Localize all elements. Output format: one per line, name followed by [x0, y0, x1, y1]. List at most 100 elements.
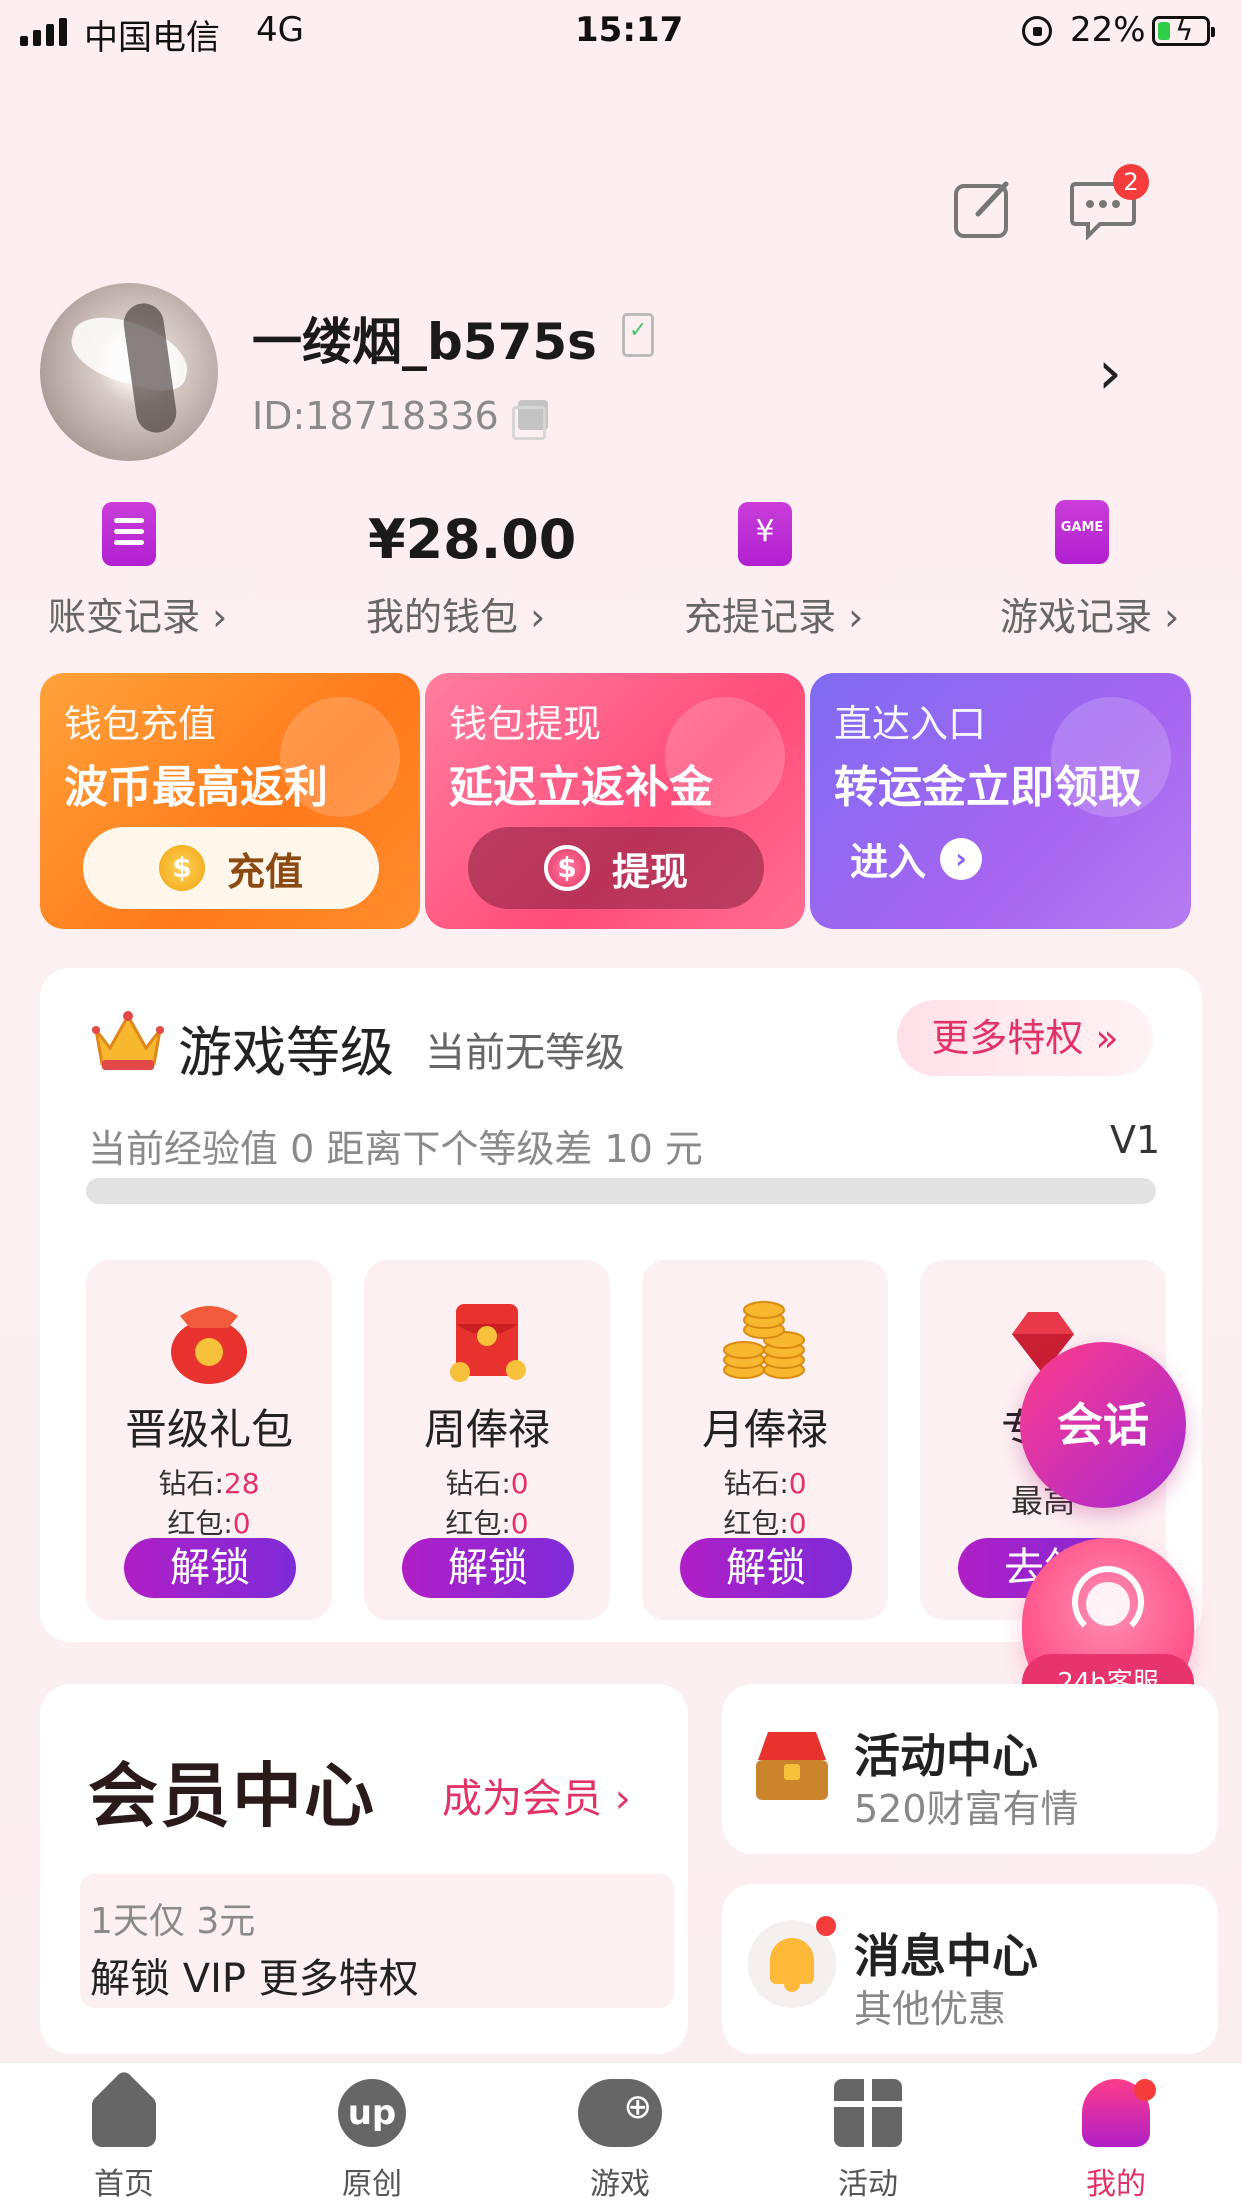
home-icon: [90, 2079, 158, 2147]
tab-label: 活动: [838, 2167, 898, 2202]
perk-name: 月俸禄: [701, 1405, 828, 1454]
game-records-link[interactable]: 游戏记录 ›: [1000, 586, 1179, 641]
gift-bag-icon: [171, 1306, 247, 1384]
gold-coins-icon: [723, 1301, 805, 1379]
diamond-value: 0: [510, 1467, 529, 1500]
tab-label: 游戏: [590, 2167, 650, 2202]
unlock-button[interactable]: 解锁: [402, 1538, 574, 1598]
gamepad-icon: [578, 2079, 662, 2147]
perk-card: 月俸禄 钻石:0 红包:0 解锁: [642, 1260, 888, 1620]
enter-button[interactable]: 进入 ›: [850, 831, 983, 886]
crown-icon: [92, 1011, 164, 1070]
tab-label: 首页: [94, 2167, 154, 2202]
tab-label: 原创: [342, 2167, 402, 2202]
tab-games[interactable]: 游戏: [550, 2079, 690, 2203]
perk-card: 晋级礼包 钻石:28 红包:0 解锁: [86, 1260, 332, 1620]
tab-activities[interactable]: 活动: [798, 2079, 938, 2203]
next-level-label: V1: [1110, 1118, 1161, 1162]
gift-icon: [834, 2079, 902, 2147]
promo-title: 延迟立返补金: [449, 762, 713, 813]
chevron-right-icon: ›: [940, 837, 983, 880]
experience-text: 当前经验值 0 距离下个等级差 10 元: [88, 1127, 703, 1171]
recharge-button-label: 充值: [226, 849, 303, 894]
unlock-button[interactable]: 解锁: [680, 1538, 852, 1598]
signal-icon: [20, 18, 67, 46]
redpacket-value: 0: [510, 1507, 529, 1540]
message-center-card[interactable]: 消息中心 其他优惠: [722, 1884, 1218, 2054]
tab-bar: 首页 up 原创 游戏 活动 我的: [0, 2062, 1242, 2208]
tab-label: 我的: [1086, 2167, 1146, 2202]
my-wallet-link[interactable]: 我的钱包 ›: [366, 586, 545, 641]
redpacket-value: 0: [232, 1507, 251, 1540]
redpacket-value: 0: [788, 1507, 807, 1540]
tab-home[interactable]: 首页: [54, 2079, 194, 2203]
withdraw-button[interactable]: $ 提现: [468, 827, 764, 909]
avatar[interactable]: [40, 283, 218, 461]
game-level-card: 游戏等级 当前无等级 更多特权 » 当前经验值 0 距离下个等级差 10 元 V…: [40, 968, 1202, 1642]
clock: 15:17: [575, 10, 684, 50]
copy-icon[interactable]: [512, 400, 548, 440]
promo-title: 波币最高返利: [64, 762, 328, 813]
vip-title: 会员中心: [88, 1755, 376, 1837]
message-badge: 2: [1113, 164, 1149, 200]
coin-icon: $: [158, 845, 205, 891]
diamond-value: 0: [788, 1467, 807, 1500]
direct-entry-promo-card[interactable]: 直达入口 转运金立即领取 进入 ›: [810, 673, 1191, 929]
recharge-promo-card[interactable]: 钱包充值 波币最高返利 $ 充值: [40, 673, 420, 929]
activity-subtitle: 520财富有情: [854, 1787, 1079, 1831]
vip-price: 1天仅 3元: [90, 1901, 256, 1942]
promo-subtitle: 直达入口: [834, 702, 987, 746]
chat-float-button[interactable]: 会话: [1020, 1342, 1186, 1508]
coin-icon: $: [543, 845, 590, 891]
document-icon[interactable]: [102, 502, 156, 566]
become-member-link[interactable]: 成为会员 ›: [442, 1766, 631, 1824]
perk-card: 周俸禄 钻石:0 红包:0 解锁: [364, 1260, 610, 1620]
diamond-label: 钻石:: [158, 1467, 224, 1500]
username: 一缕烟_b575s: [252, 313, 597, 371]
recharge-records-link[interactable]: 充提记录 ›: [684, 586, 863, 641]
redpacket-label: 红包:: [723, 1507, 789, 1540]
battery-percent: 22%: [1070, 10, 1146, 50]
promo-subtitle: 钱包提现: [449, 702, 602, 746]
perk-name: 晋级礼包: [124, 1405, 293, 1454]
withdraw-button-label: 提现: [611, 849, 688, 894]
treasure-chest-icon: [756, 1732, 828, 1800]
carrier-label: 中国电信: [84, 18, 220, 58]
message-subtitle: 其他优惠: [854, 1987, 1007, 2031]
wallet-amount: ¥28.00: [368, 508, 577, 571]
promo-subtitle: 钱包充值: [64, 702, 217, 746]
tab-original[interactable]: up 原创: [302, 2079, 442, 2203]
network-label: 4G: [256, 10, 304, 50]
redpacket-label: 红包:: [445, 1507, 511, 1540]
headset-icon: [1072, 1566, 1144, 1638]
vip-center-card[interactable]: 会员中心 成为会员 › 1天仅 3元 解锁 VIP 更多特权: [40, 1684, 688, 2054]
recharge-button[interactable]: $ 充值: [83, 827, 379, 909]
account-records-link[interactable]: 账变记录 ›: [48, 586, 227, 641]
message-title: 消息中心: [854, 1929, 1038, 1983]
current-level: 当前无等级: [425, 1030, 625, 1076]
unlock-button[interactable]: 解锁: [124, 1538, 296, 1598]
activity-center-card[interactable]: 活动中心 520财富有情: [722, 1684, 1218, 1854]
verified-phone-icon: [622, 313, 654, 357]
yen-icon[interactable]: [738, 502, 792, 566]
battery-icon: ϟ: [1152, 14, 1215, 47]
redpacket-label: 红包:: [167, 1507, 233, 1540]
promo-title: 转运金立即领取: [834, 762, 1142, 813]
red-envelope-icon: [450, 1304, 526, 1382]
enter-button-label: 进入: [850, 840, 927, 884]
user-id: ID:18718336: [252, 394, 499, 438]
perk-name: 周俸禄: [423, 1405, 550, 1454]
withdraw-promo-card[interactable]: 钱包提现 延迟立返补金 $ 提现: [425, 673, 805, 929]
edit-icon[interactable]: [952, 178, 1014, 240]
unread-dot: [816, 1916, 836, 1936]
diamond-value: 28: [223, 1467, 260, 1500]
more-privileges-button[interactable]: 更多特权 »: [897, 1000, 1153, 1076]
level-progress-bar: [86, 1178, 1156, 1204]
diamond-label: 钻石:: [445, 1467, 511, 1500]
rotation-lock-icon: [1022, 16, 1052, 46]
game-icon[interactable]: [1055, 500, 1109, 564]
unread-dot: [1134, 2079, 1156, 2101]
up-icon: up: [338, 2079, 406, 2147]
chevron-right-icon[interactable]: ›: [1098, 338, 1122, 408]
tab-mine[interactable]: 我的: [1046, 2079, 1186, 2203]
